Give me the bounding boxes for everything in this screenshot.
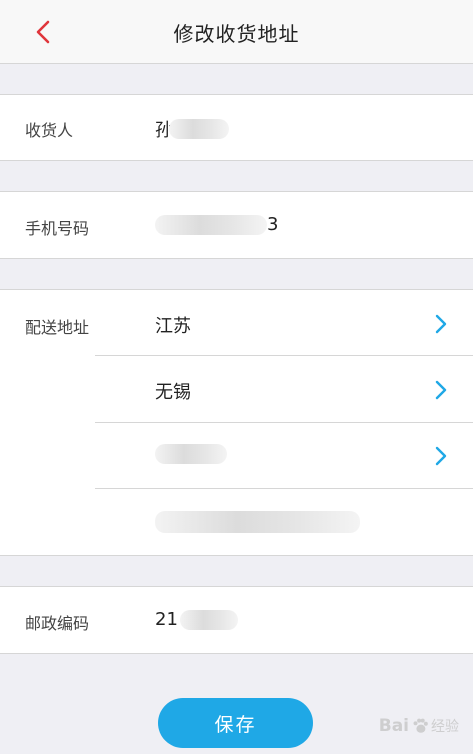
phone-value: 3 <box>267 214 279 235</box>
save-button[interactable]: 保存 <box>158 698 313 748</box>
postcode-value: 21 <box>155 609 178 630</box>
nav-bar: 修改收货地址 <box>0 0 473 64</box>
chevron-right-icon[interactable] <box>434 313 448 335</box>
city-select[interactable]: 无锡 <box>155 378 191 404</box>
postcode-row[interactable]: 邮政编码 21 <box>0 586 473 654</box>
recipient-label: 收货人 <box>25 121 74 140</box>
divider <box>95 355 473 356</box>
chevron-right-icon[interactable] <box>434 379 448 401</box>
divider <box>95 488 473 489</box>
city-value: 无锡 <box>155 382 191 403</box>
street-address-input[interactable] <box>155 511 360 533</box>
redacted-blur <box>155 511 360 533</box>
address-section: 配送地址 江苏 无锡 <box>0 289 473 556</box>
province-value: 江苏 <box>155 316 191 337</box>
province-select[interactable]: 江苏 <box>155 312 191 338</box>
redacted-blur <box>155 444 227 464</box>
recipient-field[interactable]: 孙 <box>155 116 229 142</box>
phone-field[interactable]: 3 <box>155 214 278 235</box>
redacted-blur <box>155 214 267 235</box>
watermark-suffix: 经验 <box>431 719 459 735</box>
district-select[interactable] <box>155 444 227 464</box>
address-label: 配送地址 <box>25 318 90 337</box>
paw-icon <box>413 718 428 733</box>
divider <box>95 422 473 423</box>
redacted-blur <box>169 119 229 139</box>
recipient-row[interactable]: 收货人 孙 <box>0 94 473 161</box>
postcode-field[interactable]: 21 <box>155 609 238 630</box>
chevron-right-icon[interactable] <box>434 445 448 467</box>
watermark: Bai 经验 <box>379 716 459 736</box>
phone-label: 手机号码 <box>25 219 90 238</box>
page-title: 修改收货地址 <box>173 21 300 46</box>
phone-row[interactable]: 手机号码 3 <box>0 191 473 259</box>
watermark-brand: Bai <box>378 716 409 736</box>
postcode-label: 邮政编码 <box>25 614 90 633</box>
redacted-blur <box>179 609 238 630</box>
